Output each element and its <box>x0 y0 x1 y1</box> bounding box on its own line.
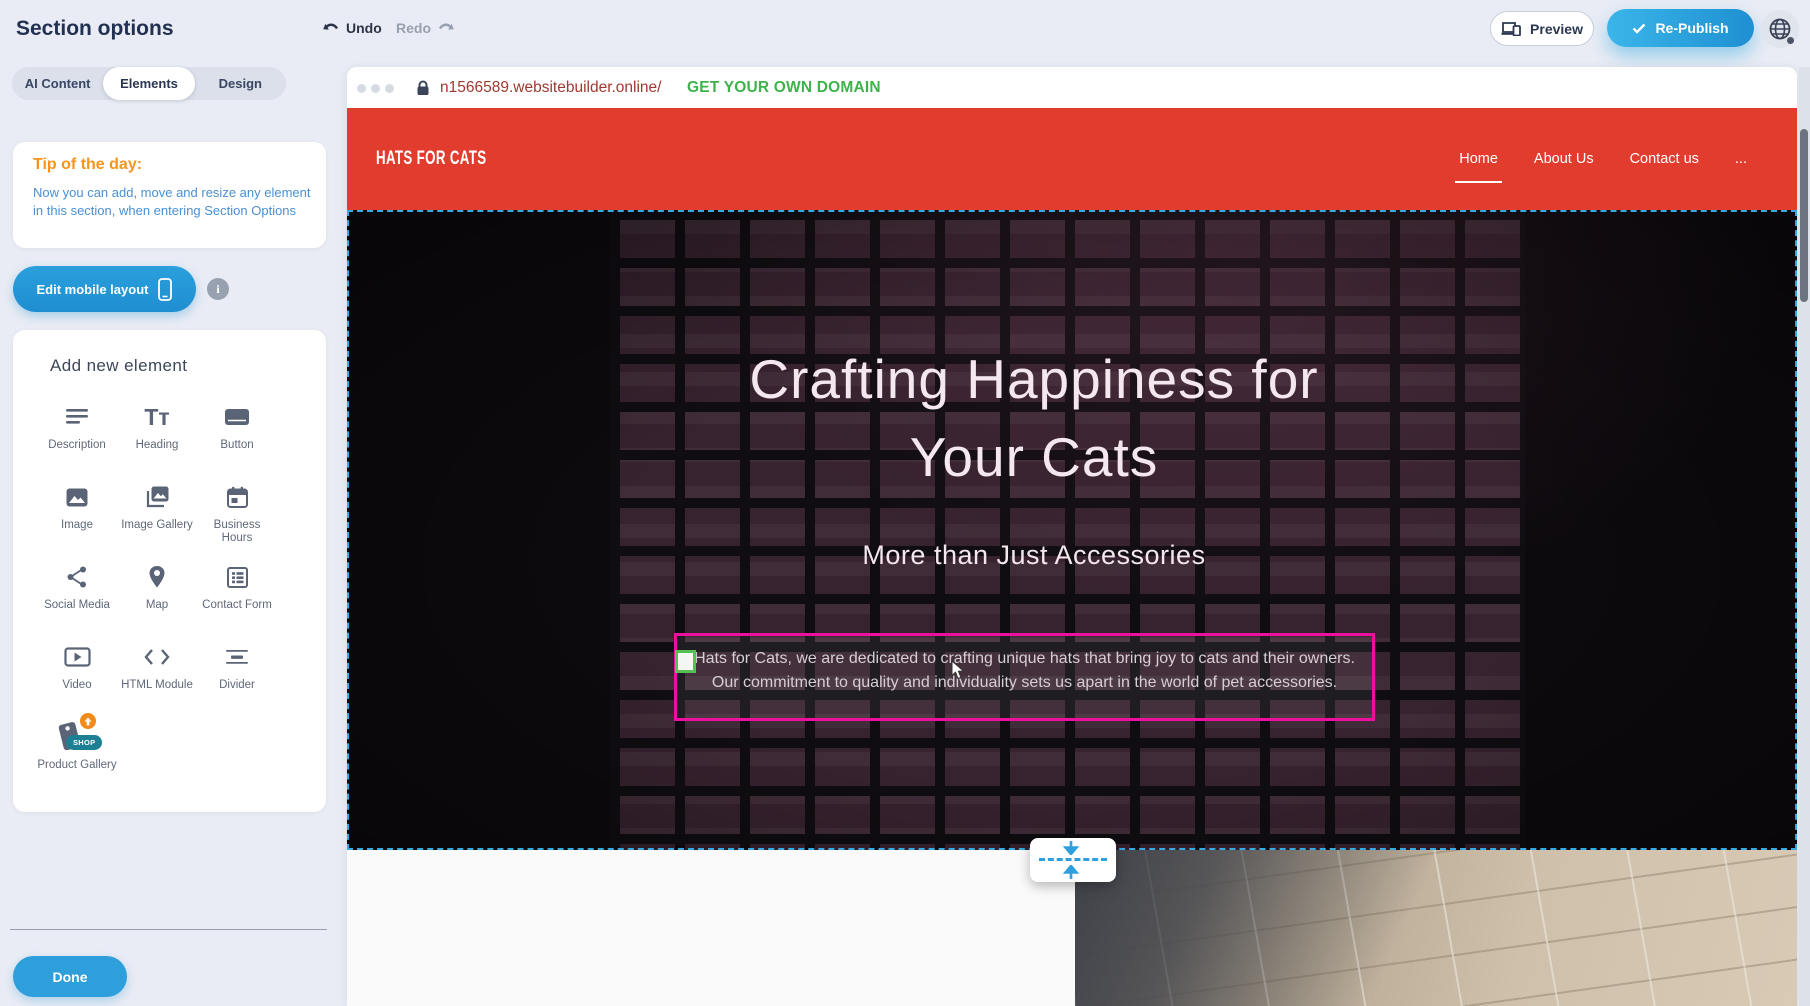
devices-icon <box>1501 21 1522 36</box>
browser-chrome-bar: n1566589.websitebuilder.online/ GET YOUR… <box>347 67 1797 108</box>
globe-badge-dot <box>1787 37 1794 44</box>
tab-elements[interactable]: Elements <box>103 67 194 100</box>
element-button[interactable]: Button <box>197 399 277 479</box>
hero-heading[interactable]: Crafting Happiness for Your Cats <box>347 340 1721 496</box>
image-gallery-icon <box>144 479 170 515</box>
element-video[interactable]: Video <box>37 639 117 719</box>
nav-about-us[interactable]: About Us <box>1532 147 1596 171</box>
nav-more-menu[interactable]: ... <box>1733 147 1749 171</box>
upgrade-arrow-badge <box>80 713 96 729</box>
business-hours-icon <box>226 479 249 515</box>
arrow-down-icon <box>1063 841 1079 855</box>
element-image-gallery[interactable]: Image Gallery <box>117 479 197 559</box>
element-business-hours[interactable]: Business Hours <box>197 479 277 559</box>
browser-preview-window: n1566589.websitebuilder.online/ GET YOUR… <box>347 67 1797 1006</box>
edit-mobile-label: Edit mobile layout <box>37 282 149 297</box>
map-pin-icon <box>148 559 166 595</box>
element-heading[interactable]: Tт Heading <box>117 399 197 479</box>
redo-icon <box>438 22 455 35</box>
video-play-icon <box>64 639 91 675</box>
mouse-cursor <box>951 660 966 680</box>
undo-label: Undo <box>346 20 382 36</box>
heading-icon: Tт <box>144 399 169 435</box>
arrow-up-icon <box>1063 865 1079 879</box>
tip-of-the-day-card: Tip of the day: Now you can add, move an… <box>13 142 326 248</box>
element-grid: Description Tт Heading Button Image Imag… <box>37 399 277 799</box>
undo-button[interactable]: Undo <box>322 20 382 36</box>
window-control-dots <box>357 84 394 93</box>
panel-divider <box>10 929 327 930</box>
preview-button[interactable]: Preview <box>1490 11 1594 46</box>
info-icon[interactable]: i <box>207 278 229 300</box>
edit-mobile-layout-button[interactable]: Edit mobile layout <box>13 266 196 312</box>
undo-icon <box>322 22 339 35</box>
divider-icon <box>224 639 250 675</box>
add-new-element-card: Add new element Description Tт Heading B… <box>13 330 326 812</box>
republish-label: Re-Publish <box>1655 20 1728 36</box>
nav-home[interactable]: Home <box>1457 147 1500 171</box>
element-social-media[interactable]: Social Media <box>37 559 117 639</box>
element-map[interactable]: Map <box>117 559 197 639</box>
resize-dashed-line <box>1039 858 1107 861</box>
hero-subheading[interactable]: More than Just Accessories <box>347 540 1721 571</box>
element-image[interactable]: Image <box>37 479 117 559</box>
element-divider[interactable]: Divider <box>197 639 277 719</box>
phone-icon <box>158 278 172 301</box>
nav-contact-us[interactable]: Contact us <box>1628 147 1701 171</box>
redo-button[interactable]: Redo <box>396 20 455 36</box>
panel-tabs: AI Content Elements Design <box>12 67 286 100</box>
section-resize-handle[interactable] <box>1030 838 1116 882</box>
button-icon <box>223 399 251 435</box>
redo-label: Redo <box>396 20 431 36</box>
get-your-own-domain-link[interactable]: GET YOUR OWN DOMAIN <box>687 79 881 97</box>
element-product-gallery[interactable]: SHOP Product Gallery <box>37 719 117 799</box>
site-header: HATS FOR CATS Home About Us Contact us .… <box>347 108 1797 210</box>
tab-design[interactable]: Design <box>195 67 286 100</box>
hero-vignette <box>347 210 1797 850</box>
element-contact-form[interactable]: Contact Form <box>197 559 277 639</box>
republish-button[interactable]: Re-Publish <box>1607 9 1754 47</box>
image-icon <box>65 479 89 515</box>
check-icon <box>1632 23 1646 34</box>
selected-text-element[interactable]: Hats for Cats, we are dedicated to craft… <box>674 633 1375 721</box>
element-html-module[interactable]: HTML Module <box>117 639 197 719</box>
add-element-title: Add new element <box>50 356 187 376</box>
shop-badge: SHOP <box>66 735 102 750</box>
next-section-background <box>347 850 1075 1006</box>
selection-drag-handle[interactable] <box>675 650 696 673</box>
scrollbar-thumb[interactable] <box>1800 129 1808 302</box>
tab-ai-content[interactable]: AI Content <box>12 67 103 100</box>
tip-title: Tip of the day: <box>33 156 142 174</box>
code-brackets-icon <box>144 639 170 675</box>
hero-paragraph[interactable]: Hats for Cats, we are dedicated to craft… <box>685 647 1364 695</box>
site-nav: Home About Us Contact us ... <box>1457 108 1749 210</box>
site-url[interactable]: n1566589.websitebuilder.online/ <box>440 79 661 97</box>
product-gallery-icon: SHOP <box>55 719 99 755</box>
social-media-icon <box>66 559 88 595</box>
contact-form-icon <box>226 559 249 595</box>
done-button[interactable]: Done <box>13 956 127 997</box>
site-logo[interactable]: HATS FOR CATS <box>376 148 486 170</box>
next-section-floor-image <box>1075 850 1797 1006</box>
preview-label: Preview <box>1530 21 1583 37</box>
lock-icon <box>416 80 430 96</box>
hero-section[interactable]: Crafting Happiness for Your Cats More th… <box>347 210 1797 850</box>
element-description[interactable]: Description <box>37 399 117 479</box>
page-title: Section options <box>16 17 174 41</box>
description-icon <box>64 399 90 435</box>
tip-body: Now you can add, move and resize any ele… <box>33 184 311 220</box>
